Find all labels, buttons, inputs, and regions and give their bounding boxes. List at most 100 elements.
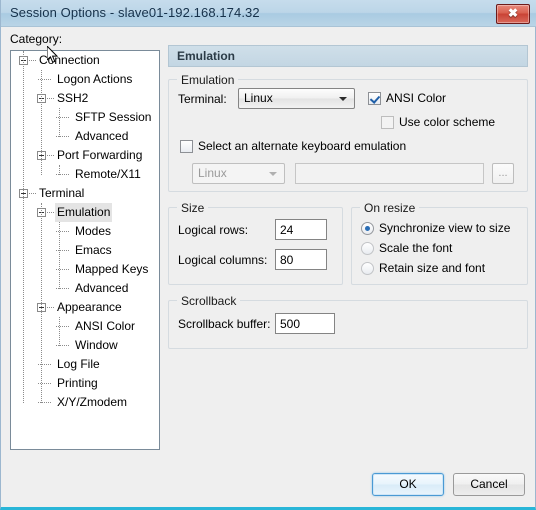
tree-guide-line [59, 165, 61, 175]
window-title: Session Options - slave01-192.168.174.32 [10, 5, 260, 20]
tree-guide-line [59, 222, 61, 289]
category-label: Category: [10, 32, 63, 46]
on-resize-group: On resize Synchronize view to size Scale… [351, 201, 528, 285]
tree-item-appearance[interactable]: Appearance [11, 298, 159, 317]
tree-item-label: SSH2 [57, 91, 89, 105]
tree-item-window[interactable]: Window [11, 336, 159, 355]
tree-item-label: Window [75, 338, 118, 352]
tree-guide-line [41, 70, 43, 175]
tree-guide-line [56, 174, 69, 176]
radio-synchronize-view-to-size-label: Synchronize view to size [379, 221, 511, 235]
pane-header-title: Emulation [177, 49, 236, 63]
tree-item-sftp-session[interactable]: SFTP Session [11, 108, 159, 127]
settings-pane: Emulation Emulation Terminal: Linux ANSI… [168, 45, 528, 355]
radio-retain-size-and-font[interactable] [361, 262, 374, 275]
logical-rows-label: Logical rows: [178, 223, 249, 237]
category-tree[interactable]: Connection Logon Actions SSH2 SFTP Session A… [10, 50, 160, 450]
tree-guide-line [47, 98, 54, 100]
cancel-button[interactable]: Cancel [453, 473, 525, 496]
terminal-label: Terminal: [178, 92, 227, 106]
alt-keyboard-checkbox[interactable] [180, 140, 193, 153]
alt-keyboard-combobox[interactable]: Linux [192, 163, 285, 184]
tree-item-label: SFTP Session [75, 110, 152, 124]
tree-item-label: Logon Actions [57, 72, 133, 86]
alt-keyboard-path-input[interactable] [295, 163, 484, 184]
alt-keyboard-label: Select an alternate keyboard emulation [198, 139, 407, 153]
tree-guide-line [23, 51, 25, 403]
tree-item-label: Connection [39, 53, 100, 67]
ansi-color-label: ANSI Color [386, 91, 447, 105]
tree-item-port-forwarding[interactable]: Port Forwarding [11, 146, 159, 165]
ansi-color-checkbox[interactable] [368, 92, 381, 105]
tree-item-label: Advanced [75, 129, 129, 143]
tree-item-label: Mapped Keys [75, 262, 149, 276]
tree-guide-line [56, 250, 69, 252]
terminal-combobox-value: Linux [244, 91, 273, 105]
tree-guide-line [59, 317, 61, 346]
tree-guide-line [56, 231, 69, 233]
tree-item-label: Modes [75, 224, 112, 238]
logical-columns-input[interactable] [275, 249, 327, 270]
tree-item-remote-x11[interactable]: Remote/X11 [11, 165, 159, 184]
emulation-group: Emulation Terminal: Linux ANSI Color Use… [168, 73, 528, 192]
logical-rows-input[interactable] [275, 219, 327, 240]
tree-guide-line [47, 212, 54, 214]
size-group-legend: Size [177, 201, 209, 215]
tree-item-label: Log File [57, 357, 100, 371]
scrollback-buffer-input[interactable] [275, 313, 335, 334]
tree-guide-line [38, 79, 51, 81]
tree-item-log-file[interactable]: Log File [11, 355, 159, 374]
use-color-scheme-checkbox[interactable] [381, 116, 394, 129]
tree-guide-line [59, 108, 61, 137]
ok-button[interactable]: OK [372, 473, 444, 496]
tree-item-x-y-zmodem[interactable]: X/Y/Zmodem [11, 393, 159, 412]
tree-guide-line [56, 288, 69, 290]
tree-guide-line [38, 402, 51, 404]
tree-item-printing[interactable]: Printing [11, 374, 159, 393]
use-color-scheme-label: Use color scheme [399, 115, 496, 129]
browse-button[interactable]: ... [492, 163, 514, 184]
chevron-down-icon [339, 97, 347, 101]
tree-guide-line [56, 269, 69, 271]
tree-guide-line [29, 193, 36, 195]
tree-item-emacs[interactable]: Emacs [11, 241, 159, 260]
tree-guide-line [38, 383, 51, 385]
terminal-combobox[interactable]: Linux [238, 88, 355, 109]
tree-item-label: Advanced [75, 281, 129, 295]
tree-item-ansi-color[interactable]: ANSI Color [11, 317, 159, 336]
tree-guide-line [38, 364, 51, 366]
chevron-down-icon [269, 172, 277, 176]
tree-item-label: Port Forwarding [57, 148, 143, 162]
tree-item-connection[interactable]: Connection [11, 51, 159, 70]
tree-guide-line [56, 136, 69, 138]
tree-guide-line [41, 203, 43, 403]
tree-item-modes[interactable]: Modes [11, 222, 159, 241]
tree-item-label: Emacs [75, 243, 112, 257]
tree-item-advanced[interactable]: Advanced [11, 127, 159, 146]
on-resize-group-legend: On resize [360, 201, 420, 215]
radio-scale-the-font-label: Scale the font [379, 241, 453, 255]
tree-item-logon-actions[interactable]: Logon Actions [11, 70, 159, 89]
radio-synchronize-view-to-size[interactable] [361, 222, 374, 235]
scrollback-buffer-label: Scrollback buffer: [178, 317, 271, 331]
scrollback-group-legend: Scrollback [177, 294, 241, 308]
close-button[interactable]: ✖ [496, 4, 530, 24]
tree-item-label: Printing [57, 376, 98, 390]
radio-retain-size-and-font-label: Retain size and font [379, 261, 486, 275]
session-options-dialog: Session Options - slave01-192.168.174.32… [0, 0, 536, 510]
tree-item-mapped-keys[interactable]: Mapped Keys [11, 260, 159, 279]
emulation-group-legend: Emulation [177, 73, 239, 87]
tree-item-emulation[interactable]: Emulation [11, 203, 159, 222]
tree-item-label: ANSI Color [75, 319, 136, 333]
tree-guide-line [29, 60, 36, 62]
tree-item-label: Emulation [55, 203, 113, 222]
tree-guide-line [47, 155, 54, 157]
tree-item-ssh2[interactable]: SSH2 [11, 89, 159, 108]
tree-item-terminal[interactable]: Terminal [11, 184, 159, 203]
pane-header: Emulation [168, 45, 528, 67]
tree-item-advanced[interactable]: Advanced [11, 279, 159, 298]
tree-item-label: Appearance [57, 300, 122, 314]
tree-guide-line [56, 117, 69, 119]
radio-scale-the-font[interactable] [361, 242, 374, 255]
scrollback-group: Scrollback Scrollback buffer: [168, 294, 528, 349]
